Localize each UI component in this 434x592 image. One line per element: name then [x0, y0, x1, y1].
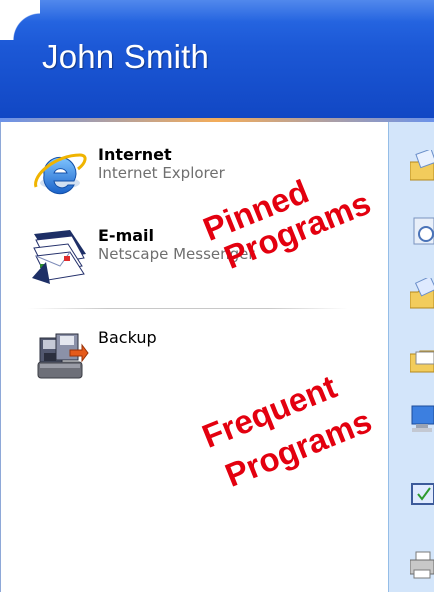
- my-music-folder-icon[interactable]: [410, 342, 434, 374]
- header-sheen: [0, 0, 434, 22]
- left-border: [0, 122, 1, 592]
- pinned-item-internet[interactable]: Internet Internet Explorer: [30, 145, 225, 205]
- printers-icon[interactable]: [410, 548, 434, 580]
- pinned-frequent-separator: [28, 308, 348, 309]
- frequent-item-label: Backup: [98, 328, 157, 347]
- my-recent-documents-icon[interactable]: [410, 214, 434, 246]
- internet-explorer-icon: [34, 153, 87, 195]
- control-panel-icon[interactable]: [410, 476, 434, 508]
- email-envelopes-icon: [32, 230, 86, 284]
- user-name: John Smith: [42, 38, 210, 75]
- frequent-item-backup[interactable]: Backup: [30, 328, 157, 388]
- start-menu-header: John Smith: [0, 0, 434, 118]
- backup-drive-icon: [37, 333, 89, 379]
- my-pictures-folder-icon[interactable]: [410, 278, 434, 310]
- header-rounded-corner: [0, 0, 40, 40]
- my-computer-icon[interactable]: [410, 402, 434, 434]
- my-documents-folder-icon[interactable]: [410, 150, 434, 182]
- pinned-item-title: Internet: [98, 145, 172, 164]
- pinned-item-subtitle: Internet Explorer: [98, 164, 225, 182]
